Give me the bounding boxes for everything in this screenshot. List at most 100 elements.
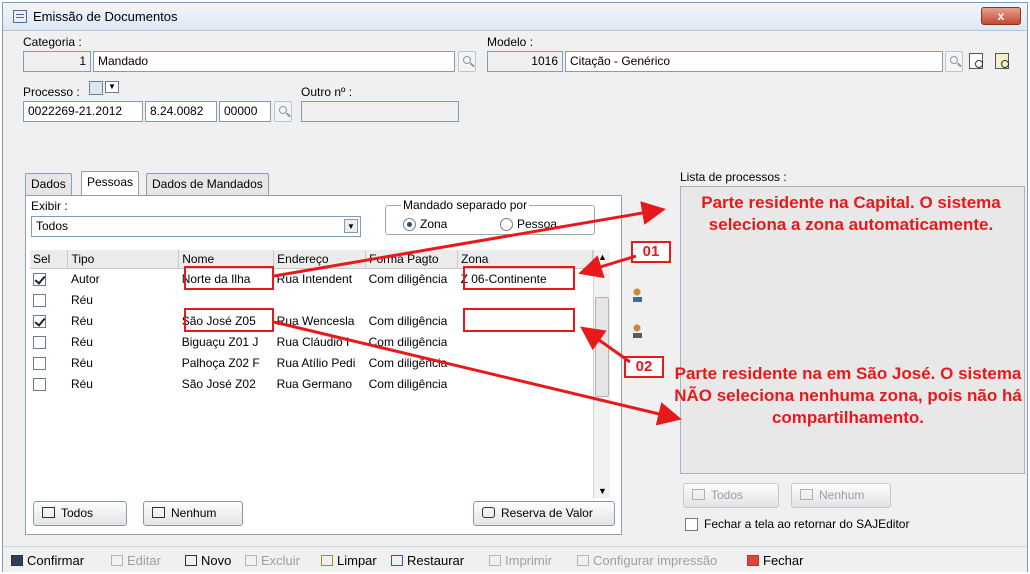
col-endereco[interactable]: Endereço bbox=[273, 250, 367, 269]
processo-part2-field[interactable]: 8.24.0082 bbox=[145, 101, 217, 122]
reserva-de-valor-label: Reserva de Valor bbox=[501, 506, 593, 520]
imprimir-label: Imprimir bbox=[505, 553, 552, 568]
fechar-button[interactable]: Fechar bbox=[747, 553, 803, 568]
row-checkbox[interactable] bbox=[33, 314, 46, 328]
tab-dados[interactable]: Dados bbox=[25, 173, 72, 195]
radio-pessoa-label: Pessoa bbox=[517, 217, 558, 231]
cell-nome bbox=[179, 289, 274, 310]
new-icon bbox=[185, 555, 197, 566]
modelo-search-button[interactable] bbox=[945, 51, 963, 72]
col-sel[interactable]: Sel bbox=[30, 250, 69, 269]
restore-icon bbox=[391, 555, 403, 566]
open-document-icon[interactable] bbox=[995, 53, 1009, 69]
bottom-toolbar: Confirmar Editar Novo Excluir Limpar Res… bbox=[3, 546, 1027, 572]
processo-part1-field[interactable]: 0022269-21.2012 bbox=[23, 101, 143, 122]
excluir-button[interactable]: Excluir bbox=[245, 553, 300, 568]
row-checkbox[interactable] bbox=[33, 272, 46, 286]
modelo-code-field[interactable]: 1016 bbox=[487, 51, 563, 72]
table-row[interactable]: Réu São José Z02 Rua Germano Com diligên… bbox=[30, 373, 593, 394]
processo-type-icon[interactable] bbox=[89, 81, 103, 95]
annotation-text-02: Parte residente na em São José. O sistem… bbox=[674, 364, 1022, 427]
cell-zona[interactable] bbox=[458, 352, 593, 373]
limpar-button[interactable]: Limpar bbox=[321, 553, 377, 568]
cell-zona[interactable] bbox=[458, 289, 593, 310]
cell-forma: Com diligência bbox=[368, 313, 448, 328]
highlight-box-zona-2 bbox=[463, 308, 575, 332]
restaurar-button[interactable]: Restaurar bbox=[391, 553, 464, 568]
novo-label: Novo bbox=[201, 553, 232, 568]
editar-label: Editar bbox=[127, 553, 161, 568]
outro-numero-field[interactable] bbox=[301, 101, 459, 122]
printer-settings-icon bbox=[577, 555, 589, 566]
scroll-thumb[interactable] bbox=[595, 297, 609, 397]
exibir-select[interactable]: Todos ▼ bbox=[31, 216, 361, 237]
chevron-down-icon[interactable]: ▼ bbox=[105, 81, 119, 93]
print-icon bbox=[489, 555, 501, 566]
preview-document-icon[interactable] bbox=[969, 53, 983, 69]
search-icon bbox=[463, 56, 471, 64]
scroll-up-icon[interactable]: ▲ bbox=[598, 252, 607, 262]
cell-forma: Com diligência bbox=[368, 334, 448, 349]
imprimir-button[interactable]: Imprimir bbox=[489, 553, 552, 568]
person-list-icon[interactable] bbox=[631, 323, 647, 339]
processo-part3-field[interactable]: 00000 bbox=[219, 101, 271, 122]
cell-endereco: Rua Cláudio I bbox=[276, 334, 350, 349]
lista-select-all-button[interactable]: Todos bbox=[683, 483, 779, 508]
reserva-de-valor-button[interactable]: Reserva de Valor bbox=[473, 501, 615, 526]
configurar-impressao-button[interactable]: Configurar impressão bbox=[577, 553, 717, 568]
novo-button[interactable]: Novo bbox=[185, 553, 231, 568]
categoria-name-field[interactable]: Mandado bbox=[93, 51, 455, 72]
cell-endereco: Rua Germano bbox=[276, 376, 353, 391]
categoria-code-field[interactable]: 1 bbox=[23, 51, 91, 72]
exibir-value: Todos bbox=[36, 219, 69, 233]
radio-pessoa[interactable] bbox=[500, 218, 513, 231]
cell-tipo: Réu bbox=[70, 292, 93, 307]
cell-nome: São José Z02 bbox=[181, 376, 256, 391]
check-all-icon bbox=[692, 489, 705, 500]
table-row[interactable]: Réu bbox=[30, 289, 593, 310]
categoria-search-button[interactable] bbox=[458, 51, 476, 72]
table-row[interactable]: Réu Palhoça Z02 F Rua Atílio Pedi Com di… bbox=[30, 352, 593, 373]
row-checkbox[interactable] bbox=[33, 377, 46, 391]
cell-tipo: Réu bbox=[70, 355, 93, 370]
scroll-down-icon[interactable]: ▼ bbox=[598, 486, 607, 496]
cell-zona[interactable] bbox=[458, 373, 593, 394]
editar-button[interactable]: Editar bbox=[111, 553, 161, 568]
fechar-tela-checkbox[interactable] bbox=[685, 518, 698, 531]
col-tipo[interactable]: Tipo bbox=[67, 250, 180, 269]
modelo-name-field[interactable]: Citação - Genérico bbox=[565, 51, 943, 72]
configurar-impressao-label: Configurar impressão bbox=[593, 553, 718, 568]
row-checkbox[interactable] bbox=[33, 356, 46, 370]
row-checkbox[interactable] bbox=[33, 335, 46, 349]
restaurar-label: Restaurar bbox=[407, 553, 465, 568]
tab-pessoas[interactable]: Pessoas bbox=[81, 171, 140, 196]
table-scrollbar[interactable]: ▲ ▼ bbox=[593, 250, 610, 498]
annotation-badge-02: 02 bbox=[624, 356, 664, 378]
person-add-icon[interactable] bbox=[631, 287, 647, 303]
excluir-label: Excluir bbox=[261, 553, 301, 568]
cell-tipo: Réu bbox=[70, 334, 93, 349]
highlight-box-nome-2 bbox=[184, 308, 274, 332]
table-row[interactable]: Réu Biguaçu Z01 J Rua Cláudio I Com dili… bbox=[30, 331, 593, 352]
confirmar-button[interactable]: Confirmar bbox=[11, 553, 84, 568]
processo-label: Processo : bbox=[23, 85, 80, 99]
uncheck-all-icon bbox=[800, 489, 813, 500]
lista-select-none-button[interactable]: Nenhum bbox=[791, 483, 891, 508]
close-button[interactable]: x bbox=[981, 7, 1021, 25]
select-none-button[interactable]: Nenhum bbox=[143, 501, 243, 526]
col-forma-pagto[interactable]: Forma Pagto bbox=[365, 250, 459, 269]
edit-icon bbox=[111, 555, 123, 566]
select-all-button[interactable]: Todos bbox=[33, 501, 127, 526]
select-none-label: Nenhum bbox=[171, 506, 217, 520]
tab-dados-de-mandados[interactable]: Dados de Mandados bbox=[146, 173, 269, 195]
radio-zona[interactable] bbox=[403, 218, 416, 231]
cell-forma: Com diligência bbox=[368, 271, 448, 286]
processo-search-button[interactable] bbox=[274, 101, 292, 122]
money-icon bbox=[482, 507, 495, 518]
row-checkbox[interactable] bbox=[33, 293, 46, 307]
cell-zona[interactable] bbox=[458, 331, 593, 352]
save-icon bbox=[11, 555, 23, 566]
cell-endereco: Rua Wencesla bbox=[276, 313, 355, 328]
chevron-down-icon[interactable]: ▼ bbox=[344, 219, 358, 233]
check-all-icon bbox=[42, 507, 55, 518]
